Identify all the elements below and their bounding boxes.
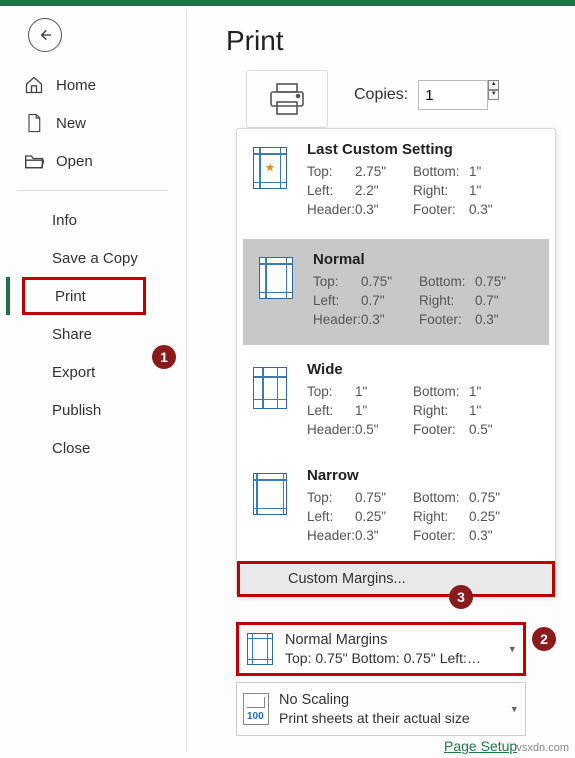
app-accent-bar <box>0 0 575 6</box>
home-icon <box>24 75 44 95</box>
margin-option-normal[interactable]: Normal Top:0.75"Bottom:0.75" Left:0.7"Ri… <box>243 239 549 345</box>
sidebar-item-info[interactable]: Info <box>0 201 186 239</box>
page-setup-link[interactable]: Page Setup <box>444 738 517 754</box>
margin-icon <box>247 467 293 521</box>
sidebar-divider <box>186 10 187 752</box>
active-indicator <box>6 277 10 315</box>
page-title: Print <box>226 25 284 57</box>
sidebar-item-new[interactable]: New <box>0 104 186 142</box>
sidebar-label: Home <box>56 77 96 94</box>
margin-icon <box>253 251 299 305</box>
sidebar-item-print[interactable]: Print <box>22 277 146 315</box>
copies-input[interactable] <box>418 80 488 110</box>
print-panel: Copies: ▲ ▼ Last Custom Setting Top:2.75… <box>226 70 565 128</box>
margin-option-last-custom[interactable]: Last Custom Setting Top:2.75"Bottom:1" L… <box>237 129 555 235</box>
margin-option-narrow[interactable]: Narrow Top:0.75"Bottom:0.75" Left:0.25"R… <box>237 455 555 561</box>
print-button[interactable] <box>246 70 328 128</box>
sidebar-item-close[interactable]: Close <box>0 429 186 467</box>
margin-option-wide[interactable]: Wide Top:1"Bottom:1" Left:1"Right:1" Hea… <box>237 349 555 455</box>
sidebar-item-save-copy[interactable]: Save a Copy <box>0 239 186 277</box>
printer-icon <box>267 82 307 116</box>
callout-2: 2 <box>532 627 556 651</box>
sidebar-item-home[interactable]: Home <box>0 66 186 104</box>
margin-icon <box>245 631 275 667</box>
sidebar-label: Open <box>56 153 93 170</box>
sidebar: Home New Open Info Save a Copy Print Sha… <box>0 60 186 758</box>
sidebar-separator <box>18 190 168 191</box>
scaling-icon <box>243 693 269 725</box>
new-icon <box>24 113 44 133</box>
callout-3: 3 <box>449 585 473 609</box>
margin-icon <box>247 361 293 415</box>
copies-label: Copies: <box>354 86 408 104</box>
footer-text: vsxdn.com <box>516 742 569 754</box>
sidebar-item-publish[interactable]: Publish <box>0 391 186 429</box>
callout-1: 1 <box>152 345 176 369</box>
custom-margins-button[interactable]: Custom Margins... <box>237 561 555 597</box>
margin-icon <box>247 141 293 195</box>
back-button[interactable] <box>28 18 62 52</box>
sidebar-label: New <box>56 115 86 132</box>
copies-row: Copies: ▲ ▼ <box>354 80 499 110</box>
margins-dropdown: Last Custom Setting Top:2.75"Bottom:1" L… <box>236 128 556 596</box>
margins-selector[interactable]: Normal Margins Top: 0.75" Bottom: 0.75" … <box>236 622 526 676</box>
copies-spinner: ▲ ▼ <box>488 80 499 110</box>
open-icon <box>24 151 44 171</box>
spinner-up-icon[interactable]: ▲ <box>488 80 499 90</box>
back-arrow-icon <box>37 27 53 43</box>
scaling-selector[interactable]: No Scaling Print sheets at their actual … <box>236 682 526 736</box>
spinner-down-icon[interactable]: ▼ <box>488 90 499 100</box>
sidebar-item-open[interactable]: Open <box>0 142 186 180</box>
